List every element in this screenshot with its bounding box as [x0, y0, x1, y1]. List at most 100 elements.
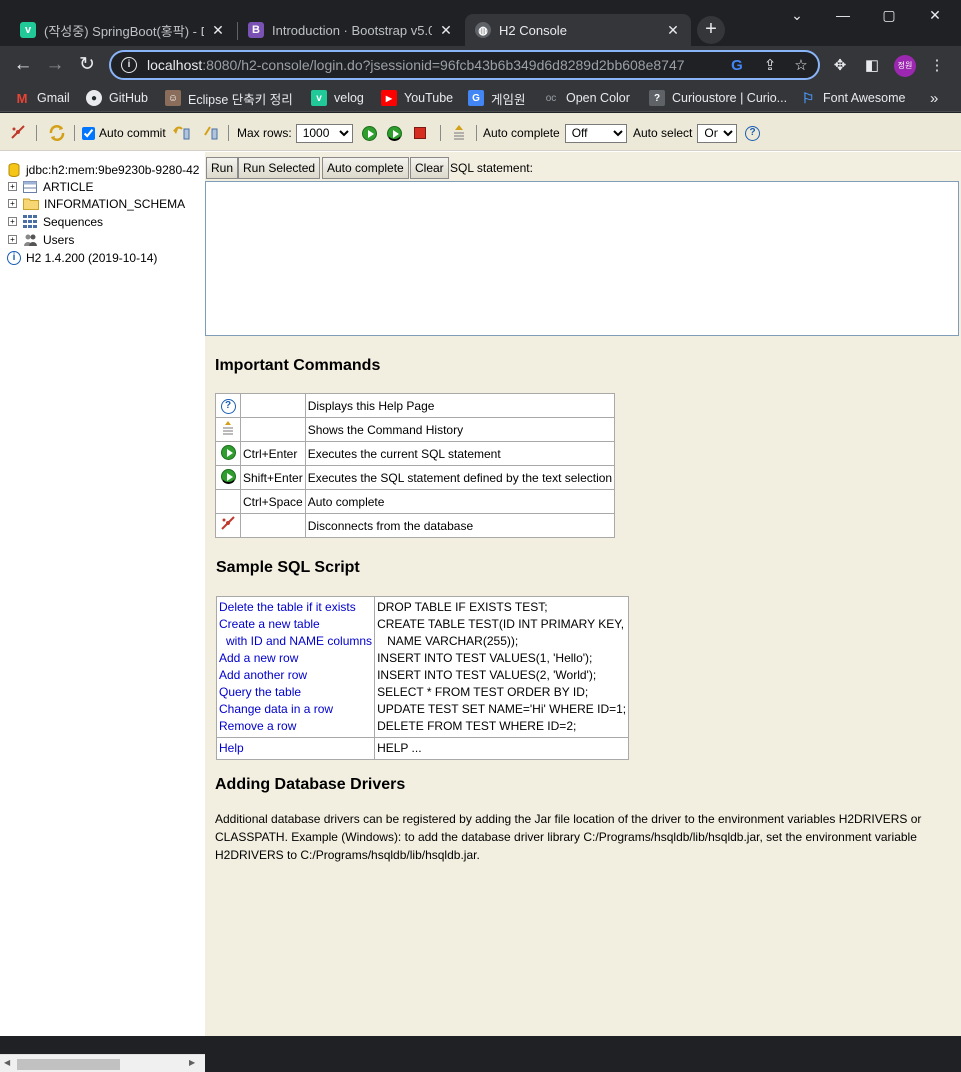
table-row: Delete the table if it exists Create a n… [215, 596, 630, 738]
expand-icon[interactable]: + [8, 217, 17, 226]
google-translate-icon[interactable]: G [728, 57, 746, 75]
expand-icon[interactable]: + [8, 182, 17, 191]
tab-strip: v (작성중) SpringBoot(홍팍) - D ✕ B Introduct… [0, 0, 961, 46]
sql-line: UPDATE TEST SET NAME='Hi' WHERE ID=1; [377, 702, 627, 716]
opencolor-icon: oc [545, 92, 557, 104]
tree-horizontal-scrollbar[interactable]: ◀ ▶ [0, 1054, 205, 1072]
help-section: Important Commands ? Displays this Help … [205, 338, 961, 1036]
close-icon[interactable]: ✕ [210, 22, 226, 39]
link-create-table-columns[interactable]: with ID and NAME columns [219, 633, 372, 650]
scrollbar-thumb[interactable] [17, 1059, 120, 1070]
refresh-button[interactable] [48, 123, 66, 143]
new-tab-button[interactable]: + [697, 16, 725, 44]
history-icon [454, 125, 464, 140]
refresh-icon [49, 125, 65, 141]
tree-connection[interactable]: jdbc:h2:mem:9be9230b-9280-42 [8, 161, 199, 178]
tab-springboot[interactable]: v (작성중) SpringBoot(홍팍) - D ✕ [10, 14, 236, 46]
help-button[interactable]: ? [745, 123, 760, 143]
link-help[interactable]: Help [219, 740, 372, 757]
expand-icon[interactable]: + [8, 235, 17, 244]
users-icon [24, 234, 37, 246]
tab-h2-console[interactable]: ◍ H2 Console ✕ [465, 14, 691, 46]
rollback-button[interactable] [172, 123, 192, 143]
command-desc: Auto complete [304, 489, 616, 514]
tab-search-button[interactable]: ⌄ [774, 0, 820, 30]
run-selected-button[interactable]: Run Selected [238, 157, 321, 179]
bookmark-star-icon[interactable]: ☆ [792, 57, 810, 75]
command-icon-cell: ? [215, 393, 241, 418]
bookmark-label: Eclipse 단축키 정리 [188, 92, 293, 107]
bookmark-font-awesome[interactable]: ⚐ Font Awesome [800, 88, 906, 108]
stop-button[interactable] [414, 123, 426, 143]
close-icon[interactable]: ✕ [665, 22, 681, 39]
maximize-button[interactable]: ▢ [866, 0, 912, 30]
bookmarks-bar: M Gmail ● GitHub ☺ Eclipse 단축키 정리 v velog ▶ Y… [0, 84, 961, 112]
menu-icon[interactable]: ⋮ [928, 57, 946, 75]
scroll-left-icon[interactable]: ◀ [4, 1058, 10, 1067]
sql-editor[interactable] [205, 181, 959, 336]
expand-icon[interactable]: + [8, 199, 17, 208]
sample-sql-table: Delete the table if it exists Create a n… [215, 596, 630, 760]
profile-avatar[interactable]: 정원 [894, 55, 916, 77]
command-icon-cell [215, 417, 241, 442]
run-button[interactable]: Run [206, 157, 239, 179]
history-button[interactable] [451, 123, 467, 143]
toolbar-separator [476, 125, 477, 141]
site-info-icon[interactable]: i [121, 57, 137, 73]
extensions-icon[interactable]: ✥ [831, 57, 849, 75]
scroll-right-icon[interactable]: ▶ [189, 1058, 195, 1067]
reload-button[interactable]: ↻ [74, 52, 100, 78]
link-create-table[interactable]: Create a new table [219, 616, 372, 633]
bookmark-gameone[interactable]: G 게임원 [468, 88, 526, 108]
folder-icon [23, 198, 39, 210]
clear-button[interactable]: Clear [410, 157, 449, 179]
stop-icon [414, 127, 426, 139]
toolbar-separator [74, 125, 75, 141]
link-query-table[interactable]: Query the table [219, 684, 372, 701]
bookmark-open-color[interactable]: oc Open Color [543, 88, 630, 108]
max-rows-select[interactable]: 1000 [295, 123, 353, 143]
bookmark-velog[interactable]: v velog [311, 88, 364, 108]
disconnect-button[interactable] [10, 123, 26, 143]
auto-complete-select[interactable]: Off [564, 123, 627, 143]
disconnect-icon [11, 125, 25, 139]
close-window-button[interactable]: ✕ [912, 0, 958, 30]
link-delete-table[interactable]: Delete the table if it exists [219, 599, 372, 616]
share-icon[interactable]: ⇪ [761, 57, 779, 75]
velog-icon: v [20, 22, 36, 38]
close-icon[interactable]: ✕ [438, 22, 454, 39]
side-panel-icon[interactable]: ◧ [863, 57, 881, 75]
table-icon [23, 180, 37, 193]
tree-node-sequences[interactable]: + Sequences [0, 213, 103, 230]
bookmark-youtube[interactable]: ▶ YouTube [381, 88, 453, 108]
run-selected-button-toolbar[interactable] [387, 123, 402, 143]
url-input[interactable]: i localhost:8080/h2-console/login.do?jse… [109, 50, 820, 80]
tab-title: (작성중) SpringBoot(홍팍) - D [44, 23, 204, 39]
commit-button[interactable] [202, 123, 220, 143]
auto-commit-toggle[interactable]: Auto commit [82, 123, 166, 143]
tree-node-information-schema[interactable]: + INFORMATION_SCHEMA [0, 195, 185, 212]
link-add-row[interactable]: Add a new row [219, 650, 372, 667]
tab-bootstrap[interactable]: B Introduction · Bootstrap v5.0 ✕ [238, 14, 464, 46]
link-change-data[interactable]: Change data in a row [219, 701, 372, 718]
minimize-button[interactable]: — [820, 0, 866, 30]
auto-complete-button[interactable]: Auto complete [322, 157, 409, 179]
command-desc: Shows the Command History [304, 417, 616, 442]
auto-select-select[interactable]: On [697, 123, 738, 143]
auto-commit-checkbox[interactable] [82, 126, 95, 140]
bookmark-gmail[interactable]: M Gmail [14, 88, 70, 108]
back-button[interactable]: ← [10, 52, 36, 78]
bookmark-eclipse[interactable]: ☺ Eclipse 단축키 정리 [165, 88, 293, 108]
tree-node-article[interactable]: + ARTICLE [0, 178, 93, 195]
tree-node-users[interactable]: + Users [0, 231, 74, 248]
rollback-icon [173, 126, 190, 140]
link-remove-row[interactable]: Remove a row [219, 718, 372, 735]
table-row: Shows the Command History [215, 417, 616, 442]
forward-button[interactable]: → [42, 52, 68, 78]
table-row: ? Displays this Help Page [215, 393, 616, 418]
bookmarks-overflow-button[interactable]: » [930, 88, 938, 108]
link-add-another-row[interactable]: Add another row [219, 667, 372, 684]
run-button-toolbar[interactable] [362, 123, 377, 143]
bookmark-github[interactable]: ● GitHub [86, 88, 148, 108]
bookmark-curioustore[interactable]: ? Curioustore | Curio... [649, 88, 787, 108]
